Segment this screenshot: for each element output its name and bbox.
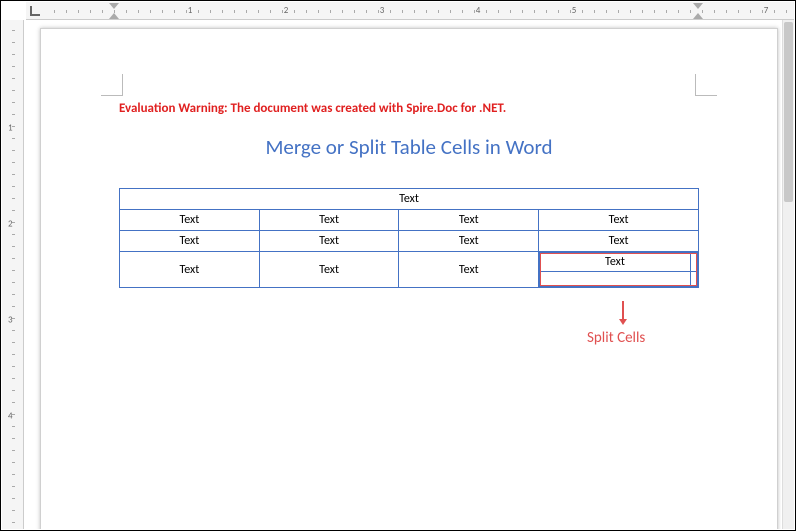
evaluation-warning: Evaluation Warning: The document was cre… — [119, 101, 699, 116]
table-cell[interactable]: Text — [539, 210, 699, 231]
ruler-number: 1 — [8, 123, 13, 134]
first-line-indent-marker[interactable] — [109, 3, 119, 9]
split-cell-container[interactable]: Text — [539, 252, 699, 288]
table-cell[interactable]: Text — [259, 231, 399, 252]
ruler-number: 3 — [380, 5, 385, 16]
ruler-ticks: 1 2 3 4 5 7 — [26, 2, 794, 19]
page-viewport: Evaluation Warning: The document was cre… — [26, 20, 781, 529]
table-cell[interactable]: Text — [120, 231, 260, 252]
table-cell[interactable]: Text — [259, 210, 399, 231]
demo-table[interactable]: Text Text Text Text Text Text Text Text … — [119, 188, 699, 288]
margin-mark-top-left — [101, 74, 123, 96]
vertical-scrollbar[interactable] — [782, 20, 794, 529]
split-subcell[interactable]: Text — [540, 253, 691, 272]
split-subcell[interactable] — [690, 272, 697, 287]
ruler-number: 3 — [8, 315, 13, 326]
table-cell[interactable]: Text — [120, 210, 260, 231]
ruler-number: 2 — [8, 219, 13, 230]
vertical-ruler[interactable]: 1 2 3 4 — [2, 20, 24, 529]
right-indent-marker[interactable] — [693, 13, 703, 19]
document-page[interactable]: Evaluation Warning: The document was cre… — [40, 28, 778, 529]
page-title: Merge or Split Table Cells in Word — [119, 134, 699, 160]
ruler-number: 2 — [284, 5, 289, 16]
ruler-number: 4 — [8, 411, 13, 422]
right-indent-marker-top[interactable] — [693, 3, 703, 9]
table-cell[interactable]: Text — [120, 252, 260, 288]
arrow-icon — [619, 301, 627, 325]
ruler-number: 1 — [188, 5, 193, 16]
page-content: Evaluation Warning: The document was cre… — [119, 101, 699, 288]
table-cell[interactable]: Text — [399, 252, 539, 288]
ruler-number: 5 — [572, 5, 577, 16]
hanging-indent-marker[interactable] — [109, 13, 119, 19]
table-row: Text — [120, 189, 699, 210]
split-subcell[interactable] — [540, 272, 691, 287]
split-subcell[interactable] — [690, 253, 697, 272]
split-cells-callout: Split Cells — [587, 329, 645, 347]
ruler-number: 7 — [764, 5, 769, 16]
table-cell[interactable]: Text — [539, 231, 699, 252]
table-row: Text Text Text Text — [120, 231, 699, 252]
table-row: Text Text Text Text — [120, 252, 699, 288]
table-cell[interactable]: Text — [399, 210, 539, 231]
table-row: Text Text Text Text — [120, 210, 699, 231]
horizontal-ruler[interactable]: 1 2 3 4 5 7 — [26, 2, 794, 20]
ruler-number: 4 — [476, 5, 481, 16]
table-cell[interactable]: Text — [399, 231, 539, 252]
margin-mark-top-right — [695, 74, 717, 96]
merged-cell[interactable]: Text — [120, 189, 699, 210]
split-inner-table: Text — [539, 252, 698, 287]
scrollbar-thumb[interactable] — [784, 22, 793, 202]
table-cell[interactable]: Text — [259, 252, 399, 288]
